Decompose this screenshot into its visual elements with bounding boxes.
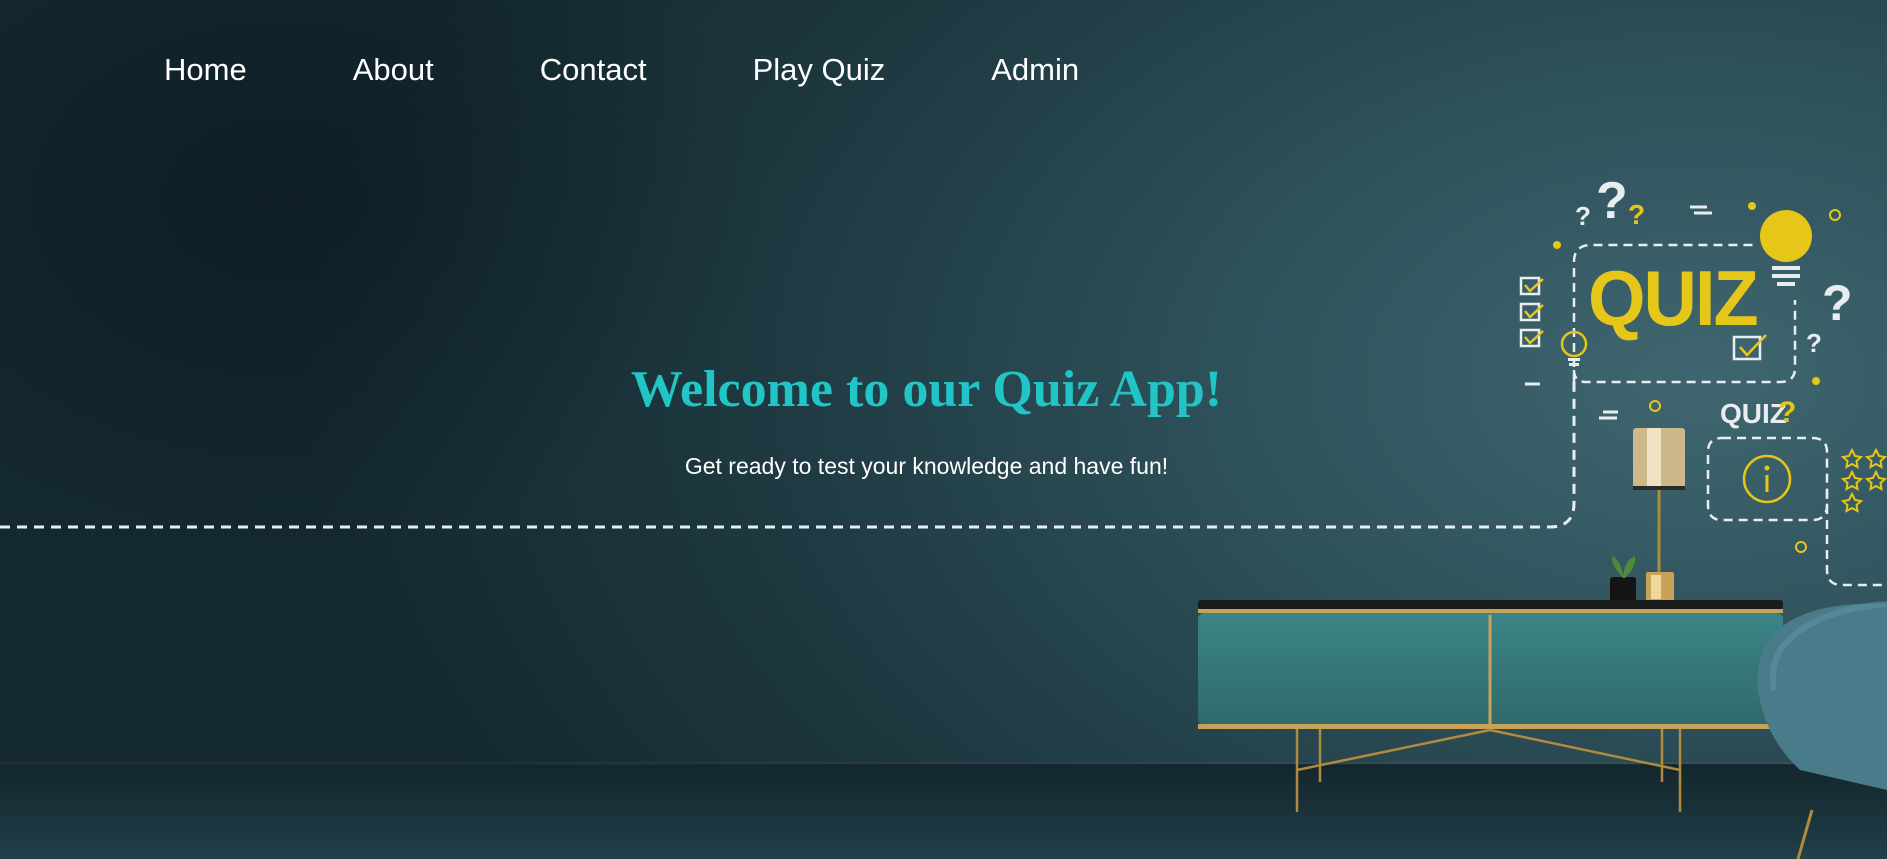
nav-about-link[interactable]: About bbox=[353, 48, 434, 92]
svg-text:?: ? bbox=[1806, 328, 1822, 358]
nav-play-quiz-link[interactable]: Play Quiz bbox=[753, 48, 886, 92]
svg-text:?: ? bbox=[1628, 199, 1645, 230]
svg-text:?: ? bbox=[1596, 172, 1628, 230]
nav-admin-link[interactable]: Admin bbox=[991, 48, 1079, 92]
hero-title: Welcome to our Quiz App! bbox=[630, 361, 1223, 418]
top-navigation: Home About Contact Play Quiz Admin bbox=[164, 48, 1185, 92]
nav-contact-link[interactable]: Contact bbox=[540, 48, 647, 92]
plant-pot bbox=[1610, 556, 1636, 603]
sideboard-cabinet bbox=[1198, 600, 1783, 812]
quiz-word-large: QUIZ bbox=[1588, 255, 1757, 342]
nav-home-link[interactable]: Home bbox=[164, 48, 247, 92]
armchair bbox=[1757, 601, 1887, 859]
quiz-room-illustration: QUIZ QUIZ ? ? ? ? ? ? bbox=[0, 172, 1887, 859]
svg-text:?: ? bbox=[1822, 275, 1853, 331]
svg-text:?: ? bbox=[1575, 201, 1591, 231]
hero-subtitle: Get ready to test your knowledge and hav… bbox=[684, 453, 1169, 479]
lightbulb-icon bbox=[1760, 210, 1812, 286]
